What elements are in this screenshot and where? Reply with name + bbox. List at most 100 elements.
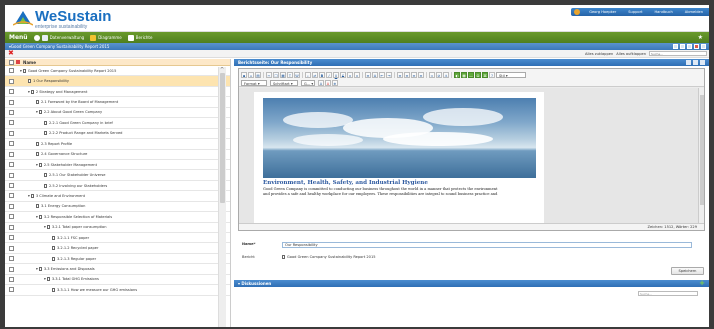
discussion-search-input[interactable]: Suche... [638,291,698,296]
row-checkbox[interactable] [9,256,14,262]
row-checkbox[interactable] [9,203,14,209]
pdf-icon[interactable] [694,44,699,49]
row-checkbox[interactable] [9,214,14,220]
row-checkbox[interactable] [9,193,14,199]
history-icon[interactable] [686,60,691,65]
row-checkbox[interactable] [9,245,14,251]
style-select[interactable]: Stil ▾ [496,71,526,78]
anchor-icon[interactable]: ⚓ [443,71,449,78]
outdent-icon[interactable]: ⇤ [379,71,385,78]
row-checkbox[interactable] [9,99,14,105]
row-checkbox[interactable] [9,276,14,282]
preview-icon[interactable]: ▤ [255,71,261,78]
expand-toggle-icon[interactable]: ▾ [36,110,38,114]
tree-row[interactable]: ▾ 2 Strategy and Management [5,87,230,98]
editor-scrollbar[interactable] [698,88,704,223]
font-select[interactable]: Schriftart ▾ [270,79,298,86]
row-checkbox[interactable] [9,68,14,74]
expand-toggle-icon[interactable]: ▾ [20,69,22,73]
tree-scroll-thumb[interactable] [220,73,225,203]
row-checkbox[interactable] [9,172,14,178]
text-color-icon[interactable]: A [318,79,324,86]
settings-icon[interactable] [701,44,706,49]
tree-row[interactable]: 2.2.2 Product Range and Markets Served [5,129,230,140]
menu-item-charts[interactable]: Diagramme [90,34,122,41]
format-select[interactable]: Format ▾ [241,79,267,86]
maximize-icon[interactable] [700,60,705,65]
paste-icon[interactable]: ▦ [280,71,286,78]
bg-color-icon[interactable]: A [325,79,331,86]
source-icon[interactable]: ⌘ [482,71,488,78]
tree-row[interactable]: 2.1 Foreword by the Board of Management [5,97,230,108]
tree-row[interactable]: 3.2.1.1 FSC paper [5,233,230,244]
editor-page[interactable]: Environment, Health, Safety, and Industr… [254,92,544,223]
table-icon[interactable]: ▦ [461,71,467,78]
numbered-list-icon[interactable]: ≡ [365,71,371,78]
tree-row[interactable]: ▾ 2.5 Stakeholder Management [5,160,230,171]
bullet-list-icon[interactable]: ≣ [372,71,378,78]
superscript-icon[interactable]: x [354,71,360,78]
tree-row[interactable]: ▾ Good Green Company Sustainability Repor… [5,66,230,77]
delete-icon[interactable]: ✖ [8,50,14,57]
print-section-icon[interactable] [693,60,698,65]
favorite-star-icon[interactable]: ★ [698,34,703,41]
export-icon[interactable] [673,44,678,49]
indent-icon[interactable]: ⇥ [386,71,392,78]
print-icon[interactable]: ▫ [248,71,254,78]
row-checkbox[interactable] [9,183,14,189]
name-column-header[interactable]: Name [23,60,36,65]
expand-toggle-icon[interactable]: ▾ [28,90,30,94]
bold-icon[interactable]: B [319,71,325,78]
tree-row[interactable]: 2.3 Report Profile [5,139,230,150]
tree-row[interactable]: 2.4 Governance Structure [5,150,230,160]
align-right-icon[interactable]: ≡ [411,71,417,78]
cut-icon[interactable]: ✂ [266,71,272,78]
tree-row[interactable]: 3.1 Energy Consumption [5,202,230,213]
paste-text-icon[interactable]: T [287,71,293,78]
hr-icon[interactable]: ― [468,71,474,78]
link-icon[interactable]: ∞ [429,71,435,78]
help-icon[interactable]: ? [489,71,495,78]
expand-toggle-icon[interactable]: ▾ [44,225,46,229]
tree-row[interactable]: 2.5.2 Involving our Stakeholders [5,181,230,192]
expand-toggle-icon[interactable]: ▾ [36,215,38,219]
tree-row[interactable]: ▾ 3.3 Emissions and Disposals [5,264,230,275]
tree-row[interactable]: 3.2.1.3 Regular paper [5,254,230,265]
replace-icon[interactable]: ⇄ [312,71,318,78]
tree-scrollbar[interactable]: ^ [218,67,226,327]
expand-all-button[interactable]: Alles aufklappen [616,52,646,56]
justify-icon[interactable]: ≡ [418,71,424,78]
size-select[interactable]: G... ▾ [301,79,315,86]
align-center-icon[interactable]: ≡ [404,71,410,78]
expand-toggle-icon[interactable]: ▾ [44,277,46,281]
copy-icon[interactable]: ❐ [273,71,279,78]
maximize-editor-icon[interactable]: ⊕ [332,79,338,86]
align-left-icon[interactable]: ≡ [397,71,403,78]
editor-canvas[interactable]: Environment, Health, Safety, and Industr… [239,88,698,223]
expand-toggle-icon[interactable]: ▾ [36,163,38,167]
logo[interactable]: WeSustain enterprise sustainability [12,9,111,30]
menu-title[interactable]: Menü [9,34,28,41]
row-checkbox[interactable] [9,89,14,95]
select-all-checkbox[interactable] [9,59,14,65]
row-checkbox[interactable] [9,78,14,84]
row-checkbox[interactable] [9,130,14,136]
row-checkbox[interactable] [9,235,14,241]
row-checkbox[interactable] [9,120,14,126]
strike-icon[interactable]: S [340,71,346,78]
save-button[interactable]: Speichern [671,267,704,275]
tree-row[interactable]: 2.2.1 Good Green Company in brief [5,118,230,129]
expand-toggle-icon[interactable]: ▾ [36,267,38,271]
user-name[interactable]: Georg Hoepker [589,10,616,14]
unlink-icon[interactable]: ⊘ [436,71,442,78]
row-checkbox[interactable] [9,224,14,230]
paste-word-icon[interactable]: W [294,71,300,78]
tree-row[interactable]: 1 Our Responsibility [5,76,230,87]
image-icon[interactable]: ◐ [454,71,460,78]
row-checkbox[interactable] [9,141,14,147]
underline-icon[interactable]: U [333,71,339,78]
support-link[interactable]: Support [628,10,642,14]
add-discussion-icon[interactable]: + [699,280,705,287]
preview-icon[interactable] [687,44,692,49]
tree-search-input[interactable] [649,51,707,56]
